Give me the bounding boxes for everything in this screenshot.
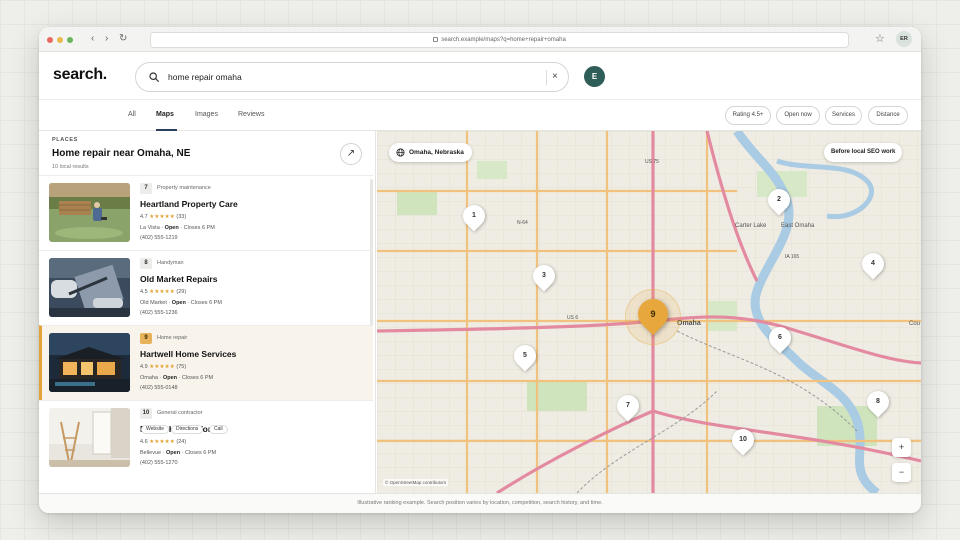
map-label-cou: Cou <box>909 321 920 327</box>
listing-hours: La Vista · Open · Closes 6 PM <box>140 225 215 231</box>
tabs-bar: All Maps Images Reviews Rating 4.5+ Open… <box>39 100 921 131</box>
listing-rating: 4.5 ★★★★★ (29) <box>140 289 187 295</box>
compare-toggle-button[interactable]: Before local SEO work <box>824 143 903 162</box>
clear-search-icon[interactable]: × <box>552 71 558 82</box>
map-label-east-omaha: East Omaha <box>781 223 815 229</box>
listing-phone: (402) 555-0148 <box>140 385 178 391</box>
listing-phone: (402) 555-1236 <box>140 310 178 316</box>
listing-category: Home repair <box>157 335 188 341</box>
listing-name[interactable]: Heartland Property Care <box>140 199 238 209</box>
rating-stars: ★★★★★ <box>149 364 175 370</box>
address-bar[interactable]: search.example/maps?q=home+repair+omaha <box>150 32 849 48</box>
filter-open-now[interactable]: Open now <box>776 106 820 125</box>
listing-rating: 4.9 ★★★★★ (75) <box>140 364 187 370</box>
filter-distance[interactable]: Distance <box>868 106 908 125</box>
search-input[interactable]: home repair omaha <box>168 72 242 82</box>
zoom-in-button[interactable]: + <box>892 438 911 457</box>
listing-name[interactable]: Hartwell Home Services <box>140 349 236 359</box>
maximize-dot[interactable] <box>67 37 73 43</box>
search-divider <box>546 70 547 85</box>
map-attribution: © OpenStreetMap contributors <box>383 479 449 486</box>
minimize-dot[interactable] <box>57 37 63 43</box>
user-avatar[interactable]: E <box>584 66 605 87</box>
listing-photo <box>49 258 130 317</box>
results-panel: PLACES Home repair near Omaha, NE 10 loc… <box>39 131 376 493</box>
close-dot[interactable] <box>47 37 53 43</box>
site-header: search. home repair omaha × E <box>39 52 921 100</box>
rank-badge: 7 <box>140 183 152 194</box>
reload-icon[interactable]: ↻ <box>119 33 127 45</box>
search-icon <box>149 72 159 82</box>
listing-hours: Bellevue · Open · Closes 6 PM <box>140 450 217 456</box>
map-view[interactable]: Omaha Carter Lake East Omaha US 75 US 6 … <box>377 131 921 493</box>
location-chip-label: Omaha, Nebraska <box>409 149 464 156</box>
rating-stars: ★★★★★ <box>149 439 175 445</box>
listing-hours: Old Market · Open · Closes 6 PM <box>140 300 222 306</box>
tab-images[interactable]: Images <box>195 111 218 118</box>
tab-maps[interactable]: Maps <box>156 111 174 118</box>
search-box[interactable]: home repair omaha × <box>135 62 569 92</box>
listing-photo <box>49 333 130 392</box>
section-label: PLACES <box>52 137 78 143</box>
listing-rating: 4.6 ★★★★★ (24) <box>140 439 187 445</box>
listing-photo <box>49 408 130 467</box>
listing-phone: (402) 555-1270 <box>140 460 178 466</box>
filter-rating[interactable]: Rating 4.5+ <box>725 106 771 125</box>
listing-rating: 4.7 ★★★★★ (33) <box>140 214 187 220</box>
lock-icon <box>433 37 439 42</box>
map-label-us6: US 6 <box>567 315 578 321</box>
listing-category: Handyman <box>157 260 184 266</box>
listing-item-selected[interactable]: 9 Home repair Hartwell Home Services 4.9… <box>39 325 373 400</box>
listing-item[interactable]: 8 Handyman Old Market Repairs 4.5 ★★★★★ … <box>39 250 373 325</box>
rank-badge: 8 <box>140 258 152 269</box>
rank-badge: 9 <box>140 333 152 344</box>
listing-item[interactable]: 10 General contractor Prairie Home Works… <box>39 400 373 476</box>
rank-badge: 10 <box>140 408 152 419</box>
tab-reviews[interactable]: Reviews <box>238 111 264 118</box>
listing-photo <box>49 183 130 242</box>
listing-category: General contractor <box>157 410 203 416</box>
globe-icon <box>396 148 405 157</box>
directions-button[interactable]: Directions <box>171 425 204 434</box>
panel-title: Home repair near Omaha, NE <box>52 148 191 159</box>
listing-category: Property maintenance <box>157 185 211 191</box>
map-label-ia165: IA 165 <box>785 254 799 260</box>
listing-name[interactable]: Old Market Repairs <box>140 274 217 284</box>
url-text: search.example/maps?q=home+repair+omaha <box>441 37 566 43</box>
bookmark-star-icon[interactable]: ☆ <box>875 32 885 45</box>
listing-item[interactable]: 7 Property maintenance Heartland Propert… <box>39 175 373 250</box>
location-chip[interactable]: Omaha, Nebraska <box>389 143 472 162</box>
listing-phone: (402) 555-1219 <box>140 235 178 241</box>
site-logo[interactable]: search. <box>53 66 107 84</box>
browser-chrome: ‹ › ↻ search.example/maps?q=home+repair+… <box>39 27 921 52</box>
forward-icon[interactable]: › <box>105 33 108 45</box>
listing-hours: Omaha · Open · Closes 6 PM <box>140 375 214 381</box>
rating-stars: ★★★★★ <box>149 214 175 220</box>
browser-window: ‹ › ↻ search.example/maps?q=home+repair+… <box>39 27 921 513</box>
back-icon[interactable]: ‹ <box>91 33 94 45</box>
footer-disclaimer: Illustrative ranking example. Search pos… <box>39 493 921 513</box>
zoom-out-button[interactable]: − <box>892 463 911 482</box>
filter-services[interactable]: Services <box>825 106 862 125</box>
call-button[interactable]: Call <box>209 425 228 434</box>
expand-arrow-icon[interactable]: ↗ <box>340 143 362 165</box>
results-count: 10 local results <box>52 164 89 170</box>
map-label-us75: US 75 <box>645 159 659 165</box>
tab-all[interactable]: All <box>128 111 136 118</box>
browser-profile-avatar[interactable]: ER <box>896 31 912 47</box>
map-label-carter-lake: Carter Lake <box>735 223 767 229</box>
map-label-n64: N-64 <box>517 220 528 226</box>
website-button[interactable]: Website <box>141 425 169 434</box>
rating-stars: ★★★★★ <box>149 289 175 295</box>
